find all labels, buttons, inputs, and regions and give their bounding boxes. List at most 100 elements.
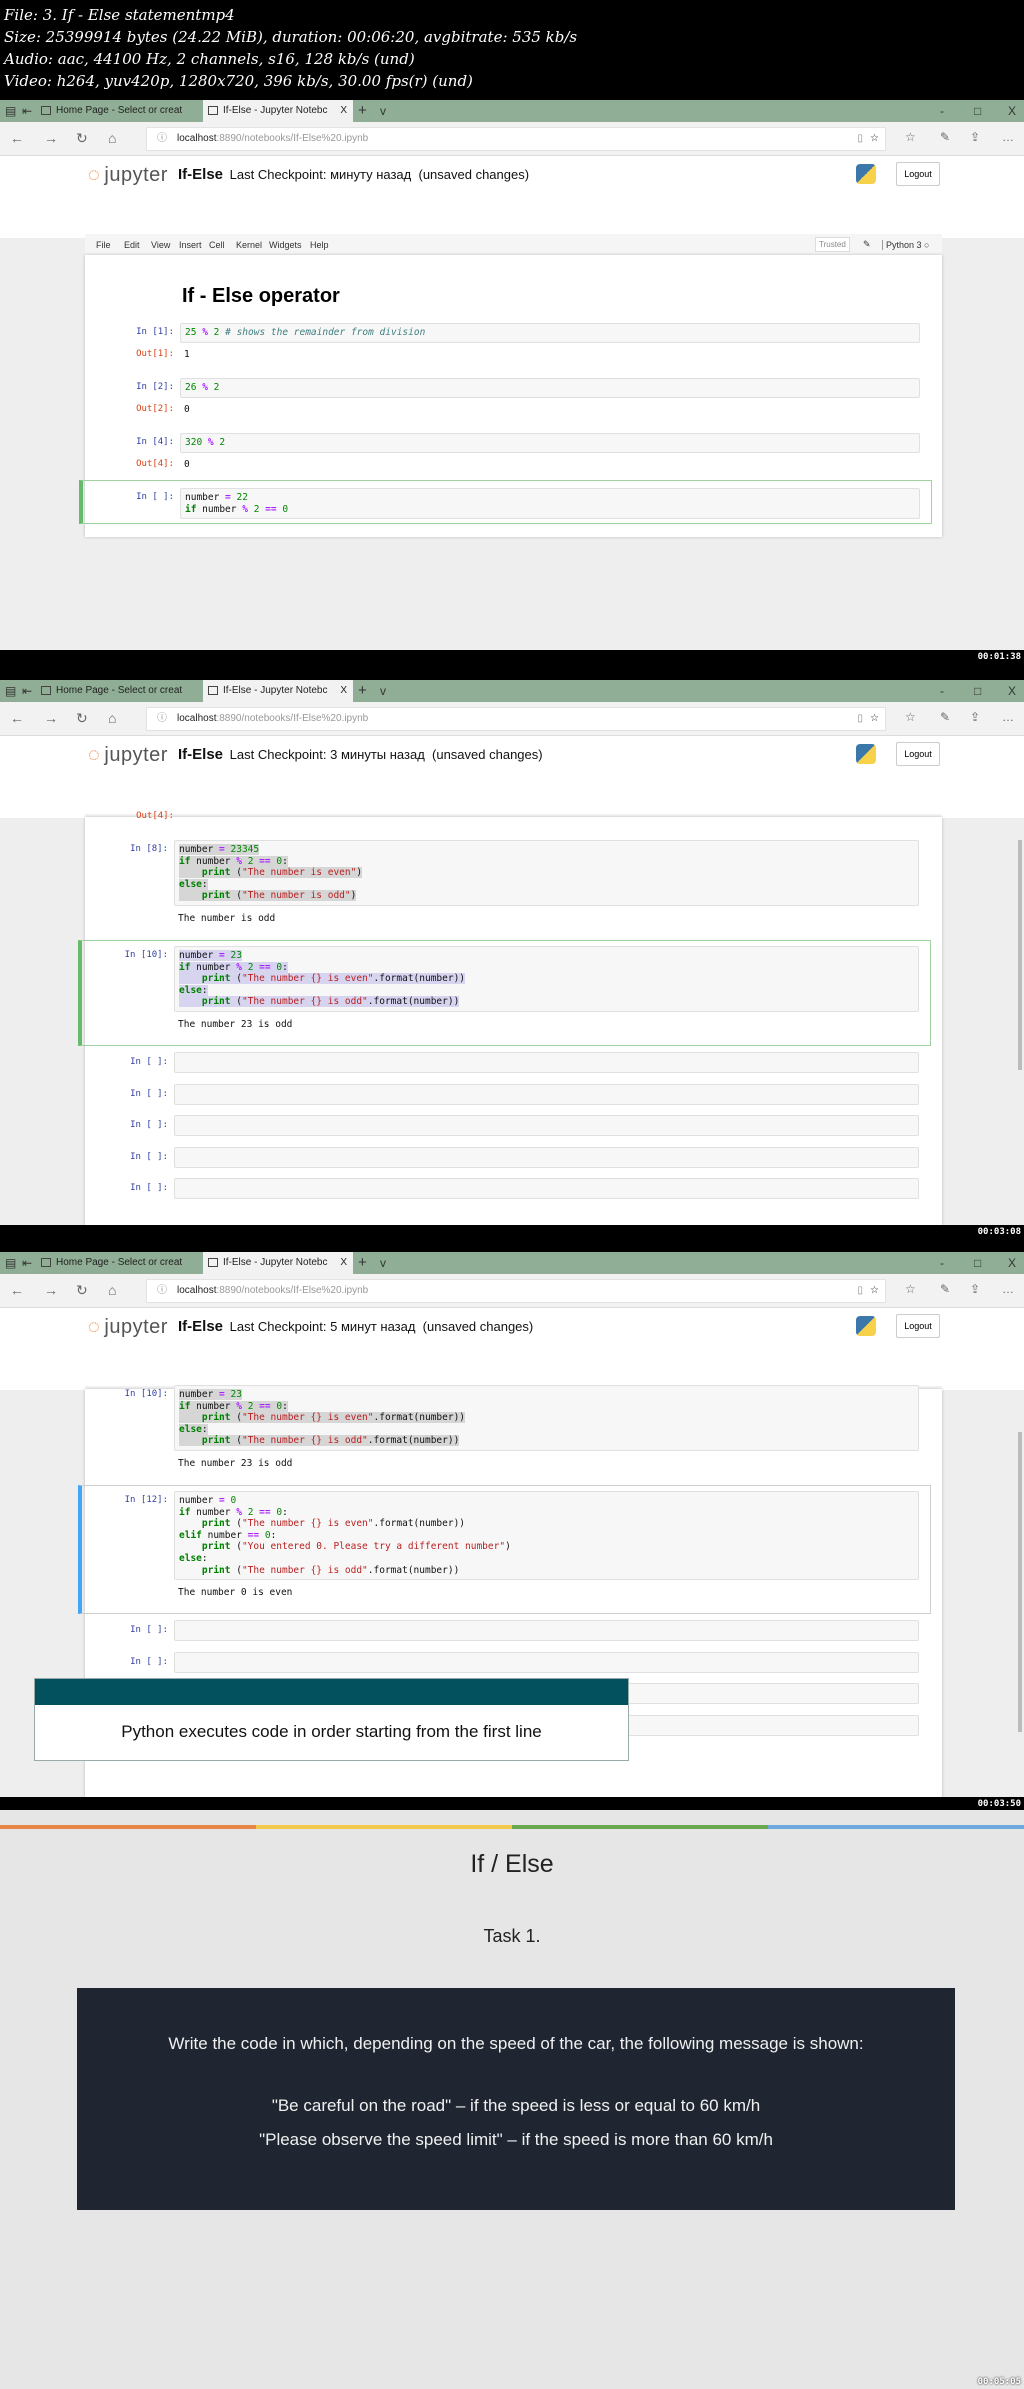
new-tab-button[interactable]: + <box>358 680 367 702</box>
empty-code-input[interactable] <box>174 1178 919 1199</box>
empty-code-input[interactable] <box>174 1052 919 1073</box>
jupyter-logo[interactable]: ◌ jupyter <box>88 164 168 187</box>
new-tab-button[interactable]: + <box>358 100 367 122</box>
close-tab-icon[interactable]: X <box>340 680 347 702</box>
tab-list-icon[interactable]: v <box>380 680 386 702</box>
set-aside-tabs-icon[interactable]: ⇤ <box>22 100 32 122</box>
reading-view-icon[interactable]: ▯ <box>857 128 863 150</box>
code-input[interactable]: number = 23 if number % 2 == 0: print ("… <box>174 946 919 1012</box>
logout-button[interactable]: Logout <box>896 162 940 186</box>
favorites-icon[interactable]: ☆ <box>905 710 916 724</box>
url-input[interactable]: ⓘ localhost:8890/notebooks/If-Else%20.ipy… <box>146 1279 886 1303</box>
notes-icon[interactable]: ✎ <box>940 1282 950 1296</box>
star-icon[interactable]: ☆ <box>870 128 879 150</box>
empty-code-input[interactable] <box>174 1083 919 1105</box>
back-icon[interactable]: ← <box>10 130 24 146</box>
reading-view-icon[interactable]: ▯ <box>857 1280 863 1302</box>
share-icon[interactable]: ⇪ <box>970 1282 980 1296</box>
minimize-button[interactable]: - <box>940 680 944 702</box>
url-path: :8890/notebooks/If-Else%20.ipynb <box>216 713 369 724</box>
menu-view[interactable]: View <box>151 240 170 250</box>
close-window-button[interactable]: X <box>1008 1252 1016 1274</box>
notebook-name[interactable]: If-Else <box>178 746 223 763</box>
refresh-icon[interactable]: ↻ <box>76 710 88 727</box>
menu-kernel[interactable]: Kernel <box>236 240 262 250</box>
code-input[interactable]: number = 23345 if number % 2 == 0: print… <box>174 840 919 906</box>
more-icon[interactable]: … <box>1002 1282 1014 1296</box>
star-icon[interactable]: ☆ <box>870 708 879 730</box>
new-tab-button[interactable]: + <box>358 1252 367 1274</box>
jupyter-logo[interactable]: ◌ jupyter <box>88 744 168 767</box>
code-input[interactable]: 320 % 2 <box>180 433 920 453</box>
close-window-button[interactable]: X <box>1008 680 1016 702</box>
logout-button[interactable]: Logout <box>896 1314 940 1338</box>
tab-if-else[interactable]: If-Else - Jupyter Notebc X <box>203 100 353 122</box>
forward-icon[interactable]: → <box>44 710 58 726</box>
forward-icon[interactable]: → <box>44 130 58 146</box>
minimize-button[interactable]: - <box>940 1252 944 1274</box>
tab-home-page[interactable]: Home Page - Select or creat <box>36 100 201 122</box>
refresh-icon[interactable]: ↻ <box>76 1282 88 1299</box>
scrollbar[interactable] <box>1018 1432 1022 1732</box>
notes-icon[interactable]: ✎ <box>940 710 950 724</box>
menu-edit[interactable]: Edit <box>124 240 140 250</box>
code-input[interactable]: 25 % 2 # shows the remainder from divisi… <box>180 323 920 343</box>
notebook-name[interactable]: If-Else <box>178 1318 223 1335</box>
back-icon[interactable]: ← <box>10 1282 24 1298</box>
empty-code-input[interactable] <box>174 1115 919 1136</box>
star-icon[interactable]: ☆ <box>870 1280 879 1302</box>
set-aside-tabs-icon[interactable]: ⇤ <box>22 1252 32 1274</box>
back-icon[interactable]: ← <box>10 710 24 726</box>
menu-insert[interactable]: Insert <box>179 240 202 250</box>
tab-list-icon[interactable]: v <box>380 100 386 122</box>
home-icon[interactable]: ⌂ <box>108 1282 116 1298</box>
tab-home-page[interactable]: Home Page - Select or creat <box>36 680 201 702</box>
share-icon[interactable]: ⇪ <box>970 130 980 144</box>
url-input[interactable]: ⓘ localhost:8890/notebooks/If-Else%20.ipy… <box>146 127 886 151</box>
code-input[interactable]: number = 22 if number % 2 == 0 <box>180 488 920 520</box>
trusted-badge[interactable]: Trusted <box>815 237 850 252</box>
tab-actions-icon[interactable]: ▤ <box>5 680 16 702</box>
logout-button[interactable]: Logout <box>896 742 940 766</box>
tab-list-icon[interactable]: v <box>380 1252 386 1274</box>
tab-actions-icon[interactable]: ▤ <box>5 100 16 122</box>
maximize-button[interactable]: □ <box>974 680 981 702</box>
menu-widgets[interactable]: Widgets <box>269 240 302 250</box>
favorites-icon[interactable]: ☆ <box>905 130 916 144</box>
maximize-button[interactable]: □ <box>974 100 981 122</box>
more-icon[interactable]: … <box>1002 710 1014 724</box>
url-input[interactable]: ⓘ localhost:8890/notebooks/If-Else%20.ipy… <box>146 707 886 731</box>
refresh-icon[interactable]: ↻ <box>76 130 88 147</box>
menu-file[interactable]: File <box>96 240 111 250</box>
close-tab-icon[interactable]: X <box>340 1252 347 1274</box>
tab-if-else[interactable]: If-Else - Jupyter Notebc X <box>203 680 353 702</box>
reading-view-icon[interactable]: ▯ <box>857 708 863 730</box>
set-aside-tabs-icon[interactable]: ⇤ <box>22 680 32 702</box>
more-icon[interactable]: … <box>1002 130 1014 144</box>
notes-icon[interactable]: ✎ <box>940 130 950 144</box>
tab-home-page[interactable]: Home Page - Select or creat <box>36 1252 201 1274</box>
input-prompt: In [ ]: <box>130 1151 168 1162</box>
scrollbar[interactable] <box>1018 840 1022 1070</box>
tab-if-else[interactable]: If-Else - Jupyter Notebc X <box>203 1252 353 1274</box>
code-input[interactable]: number = 0 if number % 2 == 0: print ("T… <box>174 1491 919 1581</box>
empty-code-input[interactable] <box>174 1651 919 1673</box>
code-input[interactable]: 26 % 2 <box>180 378 920 398</box>
home-icon[interactable]: ⌂ <box>108 130 116 146</box>
menu-help[interactable]: Help <box>310 240 329 250</box>
empty-code-input[interactable] <box>174 1146 919 1168</box>
jupyter-logo[interactable]: ◌ jupyter <box>88 1316 168 1339</box>
empty-code-input[interactable] <box>174 1620 919 1642</box>
close-window-button[interactable]: X <box>1008 100 1016 122</box>
code-input[interactable]: number = 23 if number % 2 == 0: print ("… <box>174 1385 919 1451</box>
tab-actions-icon[interactable]: ▤ <box>5 1252 16 1274</box>
notebook-name[interactable]: If-Else <box>178 166 223 183</box>
home-icon[interactable]: ⌂ <box>108 710 116 726</box>
menu-cell[interactable]: Cell <box>209 240 225 250</box>
close-tab-icon[interactable]: X <box>340 100 347 122</box>
maximize-button[interactable]: □ <box>974 1252 981 1274</box>
minimize-button[interactable]: - <box>940 100 944 122</box>
favorites-icon[interactable]: ☆ <box>905 1282 916 1296</box>
forward-icon[interactable]: → <box>44 1282 58 1298</box>
share-icon[interactable]: ⇪ <box>970 710 980 724</box>
